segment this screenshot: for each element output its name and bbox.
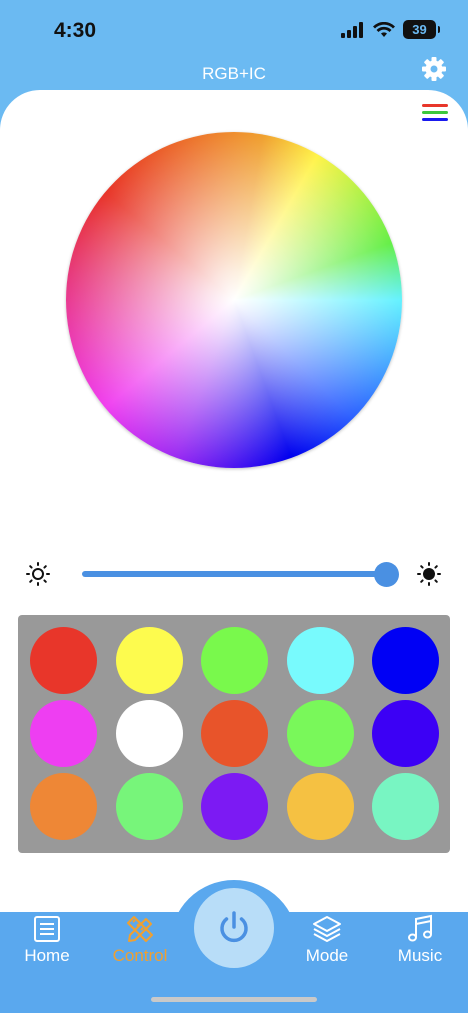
battery-level: 39 — [412, 22, 427, 37]
tab-control[interactable]: Control — [100, 914, 180, 966]
color-swatch-panel — [18, 615, 450, 853]
battery-icon: 39 — [403, 20, 440, 39]
home-indicator — [151, 997, 317, 1002]
color-swatch[interactable] — [201, 700, 268, 767]
color-swatch[interactable] — [372, 700, 439, 767]
color-swatch[interactable] — [286, 627, 354, 694]
tab-mode[interactable]: Mode — [287, 914, 367, 966]
power-button[interactable] — [194, 888, 274, 968]
brightness-high-icon — [417, 562, 441, 586]
music-note-icon — [408, 914, 432, 942]
home-icon — [34, 916, 60, 942]
tab-music[interactable]: Music — [380, 914, 460, 966]
color-swatch-grid — [30, 627, 439, 840]
color-swatch[interactable] — [286, 700, 354, 767]
pencil-ruler-icon — [127, 916, 153, 942]
gear-icon — [422, 57, 446, 81]
tab-control-label: Control — [112, 946, 168, 965]
brightness-slider-track[interactable] — [82, 571, 386, 577]
tab-mode-label: Mode — [305, 946, 349, 965]
page-title: RGB+IC — [202, 64, 266, 83]
settings-button[interactable] — [420, 55, 448, 83]
menu-button[interactable] — [422, 104, 448, 126]
color-swatch[interactable] — [201, 773, 268, 840]
color-swatch[interactable] — [286, 773, 354, 840]
color-swatch[interactable] — [30, 627, 97, 694]
color-swatch[interactable] — [30, 700, 97, 767]
brightness-low-icon — [26, 562, 50, 586]
signal-icon — [341, 21, 363, 38]
color-swatch[interactable] — [372, 627, 439, 694]
menu-line-blue — [422, 118, 448, 121]
status-icons: 39 — [341, 20, 440, 39]
menu-line-red — [422, 104, 448, 107]
color-swatch[interactable] — [201, 627, 268, 694]
tab-home-label: Home — [24, 946, 70, 965]
color-swatch[interactable] — [30, 773, 97, 840]
color-swatch[interactable] — [115, 700, 183, 767]
color-swatch[interactable] — [372, 773, 439, 840]
tab-home[interactable]: Home — [7, 914, 87, 966]
power-icon — [220, 911, 248, 943]
color-wheel[interactable] — [66, 132, 402, 468]
menu-line-green — [422, 111, 448, 114]
color-swatch[interactable] — [115, 627, 183, 694]
status-time: 4:30 — [54, 19, 97, 42]
wifi-icon — [373, 21, 395, 37]
brightness-slider-thumb[interactable] — [373, 562, 399, 587]
color-swatch[interactable] — [115, 773, 183, 840]
status-bar: 4:30 39 — [0, 0, 468, 60]
layers-icon — [313, 916, 341, 942]
tab-music-label: Music — [397, 946, 443, 965]
